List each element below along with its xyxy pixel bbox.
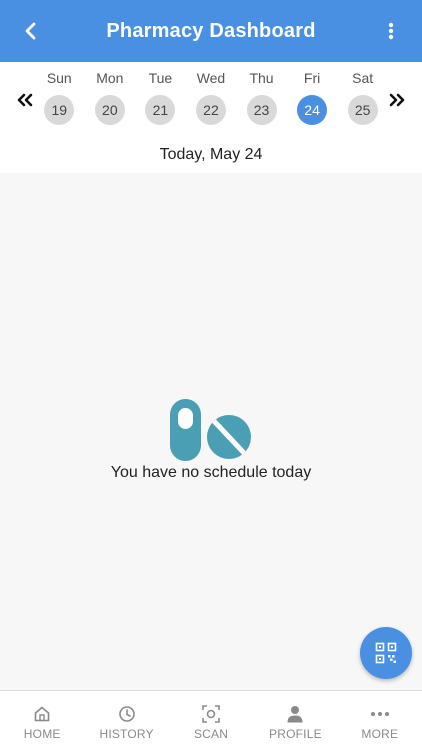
- nav-label: HOME: [23, 727, 61, 741]
- qr-code-icon: [375, 642, 397, 664]
- day-number-button-selected[interactable]: 24: [297, 95, 328, 125]
- nav-scan[interactable]: SCAN: [169, 691, 253, 751]
- nav-history[interactable]: HISTORY: [84, 691, 168, 751]
- selected-date-label: Today, May 24: [159, 146, 263, 163]
- back-button[interactable]: [14, 14, 48, 48]
- next-week-button[interactable]: [386, 90, 408, 110]
- nav-profile[interactable]: PROFILE: [253, 691, 337, 751]
- day-number-button[interactable]: 21: [145, 95, 176, 125]
- more-menu-button[interactable]: [376, 14, 406, 48]
- chevron-left-icon: [25, 22, 36, 40]
- day-name: Fri: [303, 70, 321, 86]
- day-number-button[interactable]: 25: [347, 95, 378, 125]
- clock-icon: [118, 706, 135, 722]
- app-header: Pharmacy Dashboard: [0, 0, 422, 62]
- nav-label: MORE: [361, 727, 399, 741]
- day-name: Sun: [46, 70, 72, 86]
- day-name: Wed: [196, 70, 226, 86]
- week-calendar: Sun 19 Mon 20 Tue 21 Wed 22 Thu 23 Fri 2…: [0, 62, 422, 173]
- day-number-button[interactable]: 23: [246, 95, 277, 125]
- day-number-button[interactable]: 22: [195, 95, 226, 125]
- pills-icon: [170, 399, 251, 461]
- double-chevron-left-icon: [17, 93, 33, 107]
- day-fri: Fri 24: [287, 62, 338, 132]
- more-horizontal-icon: [370, 712, 389, 716]
- day-sun: Sun 19: [34, 62, 85, 132]
- page-title: Pharmacy Dashboard: [106, 19, 316, 42]
- day-sat: Sat 25: [337, 62, 388, 132]
- scan-icon: [202, 705, 220, 723]
- bottom-navigation: HOME HISTORY SCAN PROFILE MORE: [0, 690, 422, 751]
- day-strip: Sun 19 Mon 20 Tue 21 Wed 22 Thu 23 Fri 2…: [34, 62, 388, 132]
- day-number-button[interactable]: 20: [94, 95, 125, 125]
- day-tue: Tue 21: [135, 62, 186, 132]
- day-wed: Wed 22: [186, 62, 237, 132]
- nav-home[interactable]: HOME: [0, 691, 84, 751]
- person-icon: [287, 706, 303, 723]
- previous-week-button[interactable]: [14, 90, 36, 110]
- nav-label: PROFILE: [269, 727, 322, 741]
- day-name: Sat: [352, 70, 374, 86]
- day-name: Mon: [96, 70, 124, 86]
- empty-schedule: You have no schedule today: [0, 396, 422, 482]
- more-vertical-icon: [388, 22, 394, 40]
- day-name: Tue: [148, 70, 173, 86]
- day-name: Thu: [249, 70, 274, 86]
- empty-message: You have no schedule today: [110, 464, 312, 481]
- qr-scan-button[interactable]: [360, 627, 412, 679]
- nav-label: SCAN: [193, 727, 229, 741]
- double-chevron-right-icon: [389, 93, 405, 107]
- nav-label: HISTORY: [99, 727, 154, 741]
- nav-more[interactable]: MORE: [338, 691, 422, 751]
- day-number-button[interactable]: 19: [44, 95, 75, 125]
- home-icon: [34, 706, 50, 722]
- day-thu: Thu 23: [236, 62, 287, 132]
- day-mon: Mon 20: [85, 62, 136, 132]
